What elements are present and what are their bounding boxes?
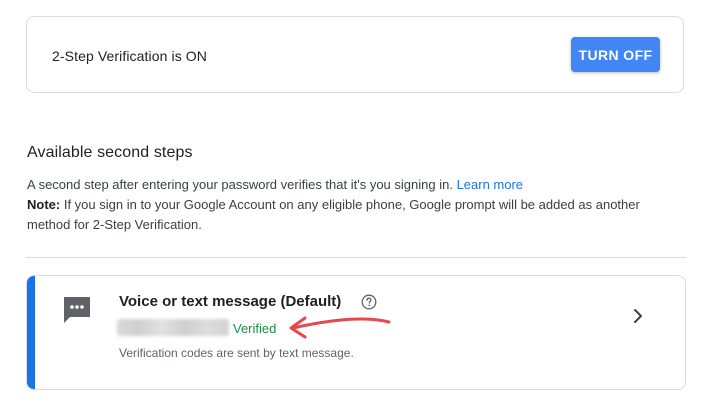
learn-more-link[interactable]: Learn more: [457, 177, 523, 192]
divider: [26, 257, 686, 258]
note-text: If you sign in to your Google Account on…: [27, 197, 640, 232]
section-title: Available second steps: [27, 144, 193, 161]
page: 2-Step Verification is ON TURN OFF Avail…: [0, 0, 711, 417]
method-accent-bar: [27, 276, 35, 389]
chevron-right-icon[interactable]: [631, 307, 645, 325]
description-text: A second step after entering your passwo…: [27, 177, 453, 192]
section-description: A second step after entering your passwo…: [27, 175, 677, 235]
annotation-arrow-icon: [289, 316, 391, 339]
method-detail: Verification codes are sent by text mess…: [119, 346, 354, 360]
voice-text-method-card[interactable]: Voice or text message (Default) Verified…: [26, 275, 686, 390]
status-card: 2-Step Verification is ON TURN OFF: [26, 16, 684, 93]
help-icon[interactable]: [361, 294, 377, 310]
status-text: 2-Step Verification is ON: [52, 48, 208, 64]
turn-off-button[interactable]: TURN OFF: [571, 37, 660, 72]
note-label: Note:: [27, 197, 61, 212]
verified-status: Verified: [233, 321, 277, 336]
message-icon: [64, 297, 90, 323]
method-title: Voice or text message (Default): [119, 293, 342, 310]
phone-number-blurred: [117, 319, 229, 336]
